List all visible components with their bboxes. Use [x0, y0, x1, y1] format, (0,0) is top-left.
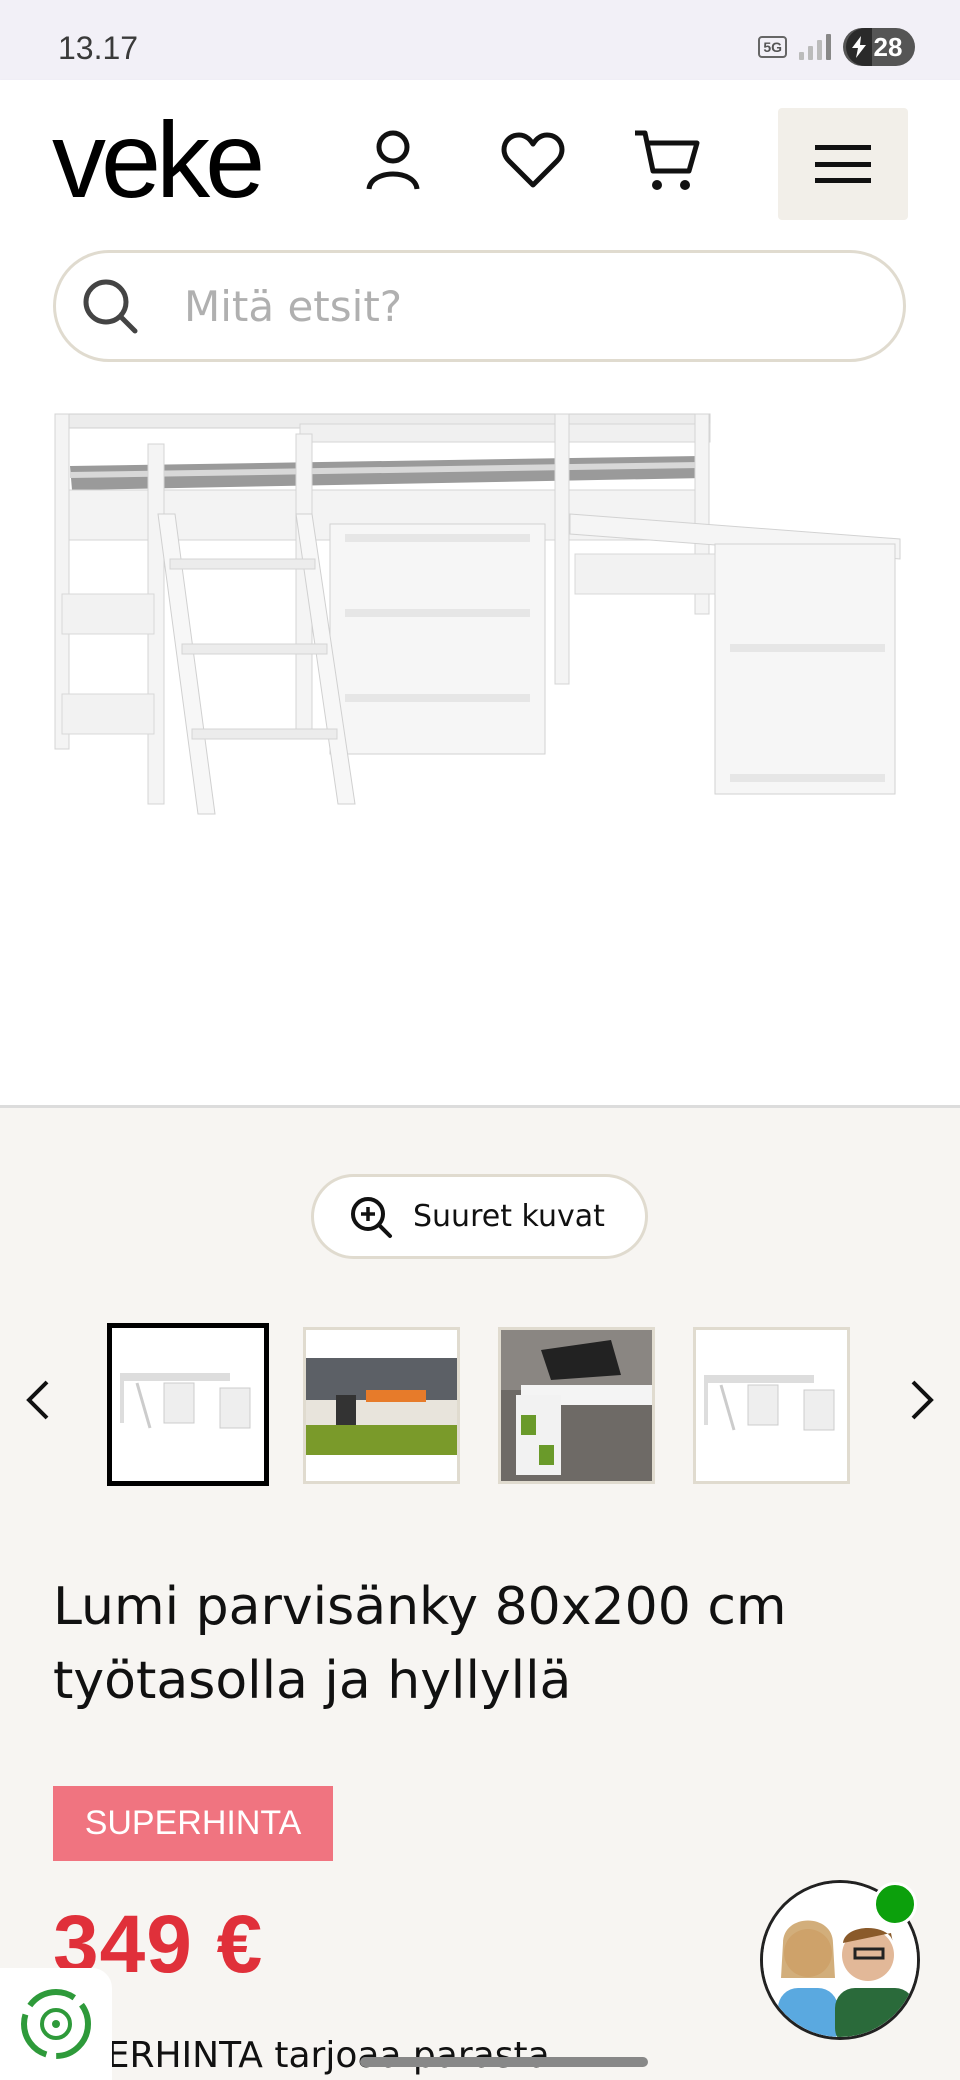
- site-header: veke: [0, 80, 960, 394]
- network-5g-icon: 5G: [758, 36, 787, 58]
- circular-badge[interactable]: [0, 1968, 112, 2080]
- gesture-home-bar[interactable]: [360, 2057, 648, 2067]
- thumbnail-4[interactable]: [693, 1327, 850, 1484]
- charging-icon: [845, 28, 872, 66]
- signal-icon: [799, 34, 831, 60]
- product-main-image[interactable]: [0, 394, 960, 1108]
- online-status-indicator: [873, 1882, 917, 1926]
- recycle-icon: [21, 1989, 91, 2059]
- thumbnail-3[interactable]: [498, 1327, 655, 1484]
- battery-icon: 28: [843, 28, 915, 66]
- status-icons: 5G 28: [758, 28, 915, 66]
- veke-logo[interactable]: veke: [52, 106, 265, 214]
- chevron-right-icon[interactable]: [897, 1375, 947, 1425]
- sale-badge: SUPERHINTA: [53, 1786, 333, 1861]
- chevron-left-icon[interactable]: [13, 1375, 63, 1425]
- menu-button[interactable]: [778, 108, 908, 220]
- hamburger-icon: [815, 145, 871, 183]
- cart-icon[interactable]: [632, 125, 702, 195]
- status-time: 13.17: [58, 30, 139, 66]
- account-icon[interactable]: [358, 125, 428, 195]
- large-images-label: Suuret kuvat: [413, 1199, 605, 1234]
- search-input[interactable]: [184, 271, 864, 341]
- wishlist-heart-icon[interactable]: [498, 125, 568, 195]
- zoom-in-icon: [351, 1196, 392, 1238]
- search-icon: [81, 277, 139, 339]
- product-title: Lumi parvisänky 80x200 cm työtasolla ja …: [53, 1577, 787, 1711]
- thumbnail-carousel: [0, 1320, 960, 1490]
- thumbnail-2[interactable]: [303, 1327, 460, 1484]
- search-bar[interactable]: [53, 250, 906, 362]
- loft-bed-illustration: [0, 394, 960, 1105]
- battery-level: 28: [873, 31, 903, 62]
- large-images-button[interactable]: Suuret kuvat: [311, 1174, 648, 1259]
- status-bar: 13.17 5G 28: [0, 0, 960, 80]
- thumbnail-1[interactable]: [107, 1323, 269, 1486]
- price-description: PERHINTA tarjoaa parasta: [85, 2035, 550, 2076]
